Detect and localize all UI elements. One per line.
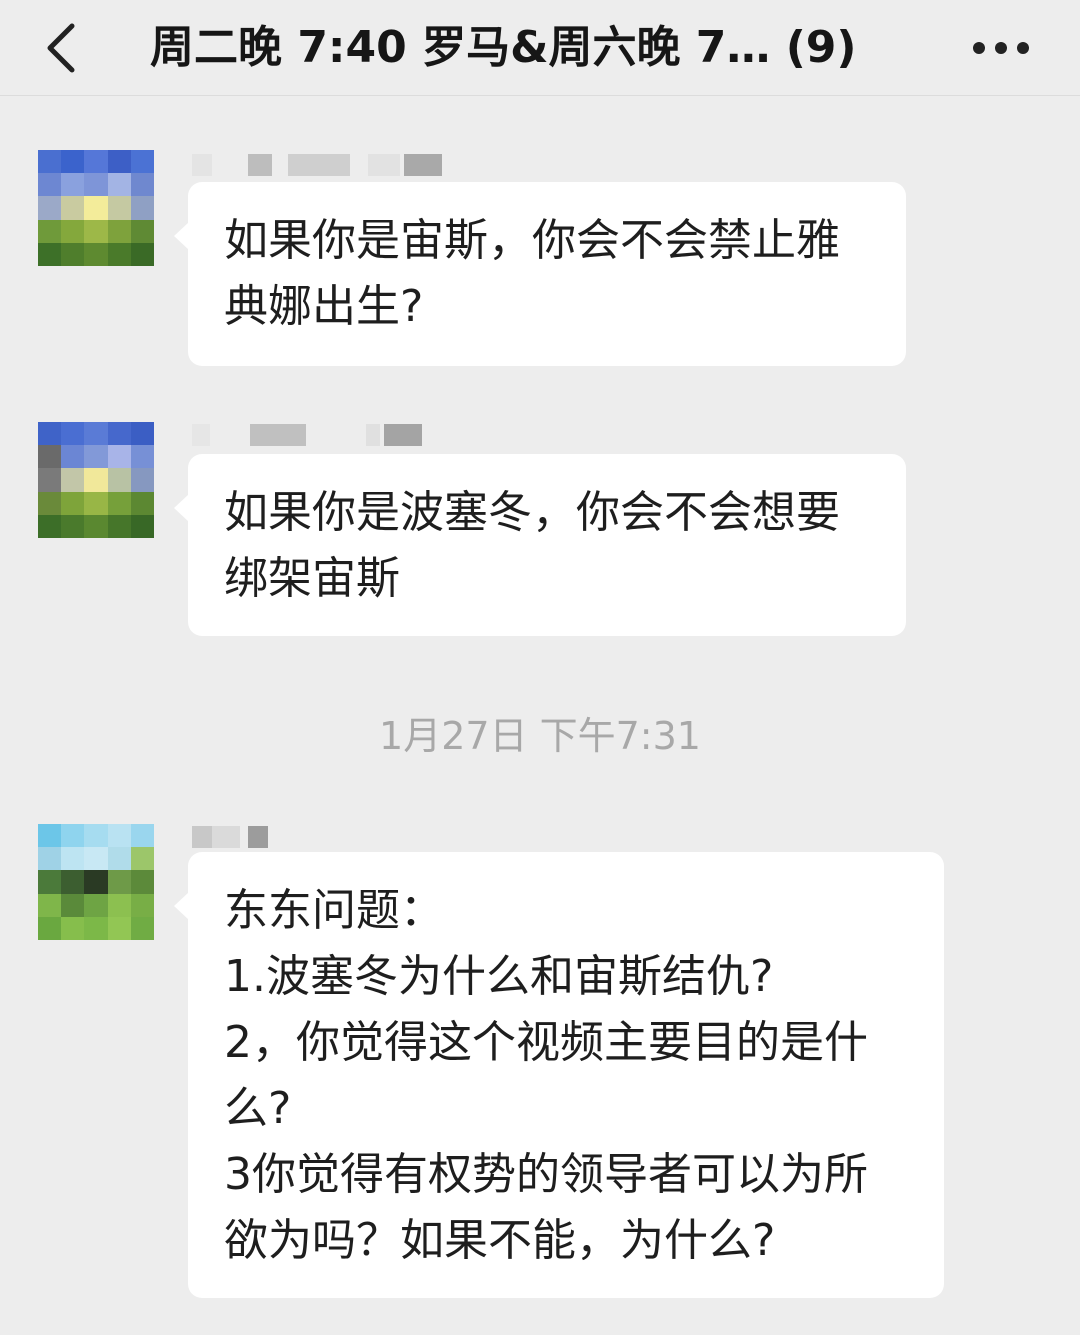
sender-name-blurred: [192, 154, 442, 176]
chevron-left-icon: [47, 23, 75, 73]
avatar[interactable]: [38, 150, 154, 266]
sender-name-blurred: [192, 826, 272, 848]
back-button[interactable]: [36, 18, 96, 78]
chat-header: 周二晚 7:40 罗马&周六晚 7… (9): [0, 0, 1080, 96]
message-timestamp: 1月27日 下午7:31: [379, 714, 701, 758]
more-button[interactable]: [966, 28, 1036, 68]
avatar[interactable]: [38, 422, 154, 538]
avatar[interactable]: [38, 824, 154, 940]
sender-name-blurred: [192, 424, 442, 446]
chat-title: 周二晚 7:40 罗马&周六晚 7… (9): [150, 22, 857, 73]
more-horizontal-icon: [973, 42, 1029, 54]
message-bubble[interactable]: 如果你是宙斯，你会不会禁止雅典娜出生?: [174, 182, 906, 366]
message-bubble[interactable]: 东东问题： 1.波塞冬为什么和宙斯结仇? 2，你觉得这个视频主要目的是什么? 3…: [174, 852, 944, 1298]
message-bubble[interactable]: 如果你是波塞冬，你会不会想要绑架宙斯: [174, 454, 906, 636]
